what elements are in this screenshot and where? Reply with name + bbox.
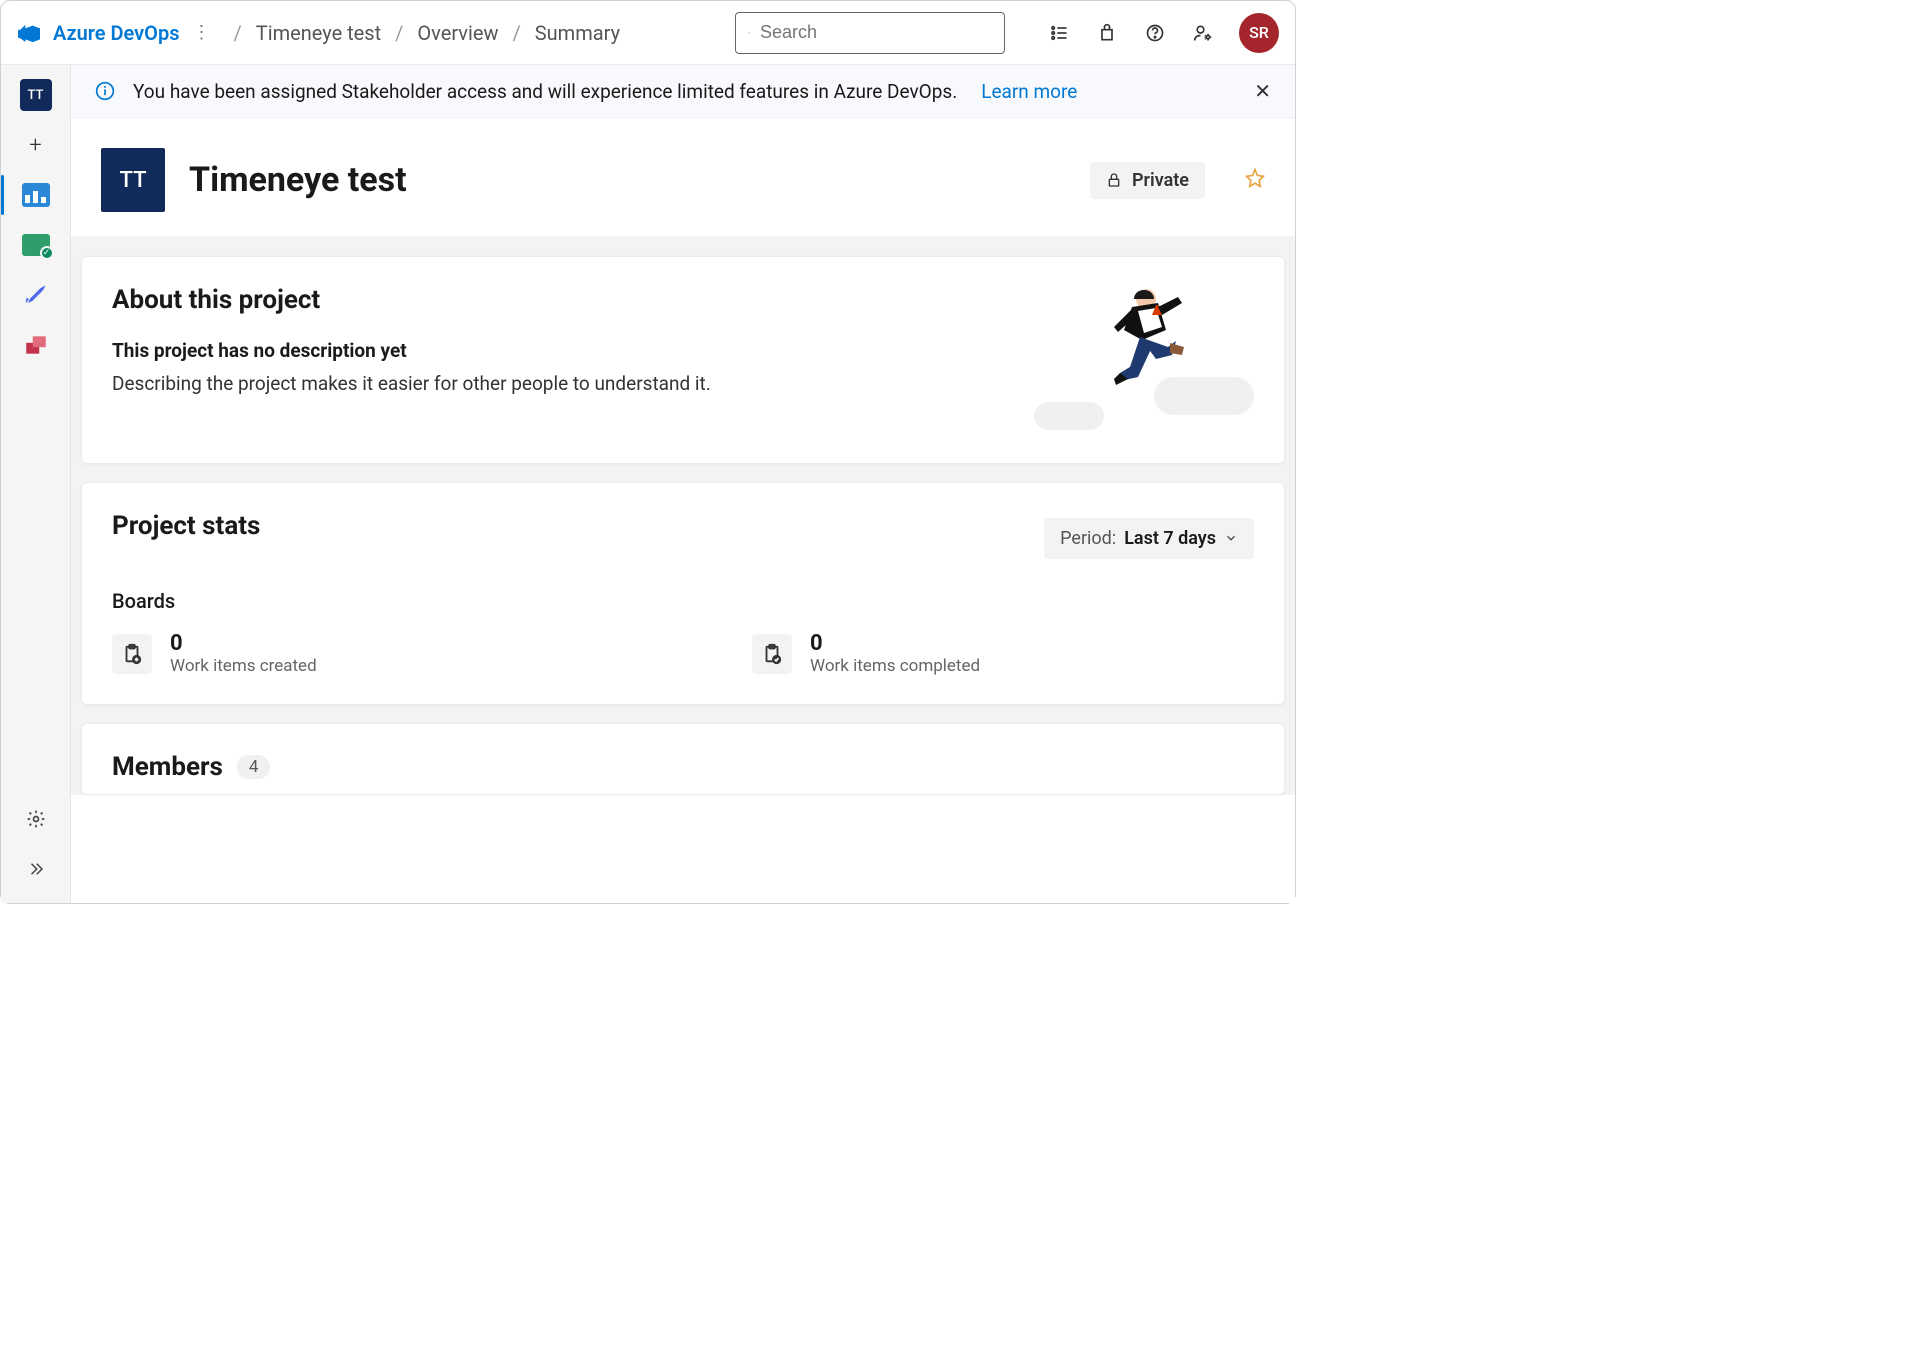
project-avatar: TT <box>101 148 165 212</box>
left-sidebar: TT + ✓ <box>1 65 71 903</box>
visibility-label: Private <box>1132 170 1189 191</box>
info-banner: You have been assigned Stakeholder acces… <box>71 65 1295 118</box>
overview-icon <box>22 183 50 207</box>
banner-learn-more-link[interactable]: Learn more <box>981 80 1077 103</box>
members-heading: Members <box>112 752 223 782</box>
visibility-chip[interactable]: Private <box>1090 162 1205 199</box>
stat-work-items-completed: 0 Work items completed <box>752 631 980 676</box>
chevron-down-icon <box>1224 531 1238 545</box>
clipboard-check-icon <box>752 634 792 674</box>
sidebar-settings-button[interactable] <box>20 803 52 835</box>
person-jumping-icon <box>1084 285 1194 405</box>
search-input[interactable] <box>760 22 992 43</box>
about-no-desc-title: This project has no description yet <box>112 339 711 362</box>
stat-work-items-created: 0 Work items created <box>112 631 672 676</box>
sidebar-item-boards[interactable]: ✓ <box>20 229 52 261</box>
period-value: Last 7 days <box>1124 528 1216 549</box>
about-card: About this project This project has no d… <box>81 256 1285 464</box>
sidebar-item-pipelines[interactable] <box>20 279 52 311</box>
stat-label: Work items created <box>170 656 317 676</box>
stat-value: 0 <box>810 631 980 656</box>
boards-icon: ✓ <box>22 234 50 256</box>
breadcrumb: / Timeneye test / Overview / Summary <box>234 21 621 45</box>
breadcrumb-separator: / <box>395 21 403 45</box>
chevron-double-right-icon <box>27 860 45 878</box>
breadcrumb-separator: / <box>513 21 521 45</box>
boards-subheading: Boards <box>112 589 1254 613</box>
sidebar-project-tile[interactable]: TT <box>20 79 52 111</box>
sidebar-expand-button[interactable] <box>20 853 52 885</box>
top-bar: Azure DevOps ⋮ / Timeneye test / Overvie… <box>1 1 1295 65</box>
search-box[interactable] <box>735 12 1005 54</box>
project-title: Timeneye test <box>189 160 407 200</box>
gear-icon <box>26 809 46 829</box>
about-heading: About this project <box>112 285 711 315</box>
azure-devops-logo-icon[interactable] <box>17 21 41 45</box>
marketplace-icon[interactable] <box>1095 21 1119 45</box>
help-icon[interactable] <box>1143 21 1167 45</box>
members-card: Members 4 <box>81 723 1285 795</box>
star-icon <box>1245 168 1265 188</box>
about-illustration <box>1024 285 1254 435</box>
lock-icon <box>1106 172 1122 188</box>
sidebar-item-overview[interactable] <box>20 179 52 211</box>
artifacts-icon <box>23 332 49 358</box>
info-icon <box>95 81 115 101</box>
breadcrumb-section[interactable]: Overview <box>417 21 498 45</box>
breadcrumb-page[interactable]: Summary <box>535 21 620 45</box>
stat-value: 0 <box>170 631 317 656</box>
brand-link[interactable]: Azure DevOps <box>53 21 180 45</box>
breadcrumb-separator: / <box>234 21 242 45</box>
stat-label: Work items completed <box>810 656 980 676</box>
more-menu-icon[interactable]: ⋮ <box>192 22 212 43</box>
breadcrumb-project[interactable]: Timeneye test <box>256 21 381 45</box>
project-header: TT Timeneye test Private <box>71 118 1295 236</box>
sidebar-new-button[interactable]: + <box>20 129 52 161</box>
search-icon <box>748 25 750 41</box>
main-content: You have been assigned Stakeholder acces… <box>71 65 1295 903</box>
members-count-badge: 4 <box>237 755 271 779</box>
user-settings-icon[interactable] <box>1191 21 1215 45</box>
user-avatar[interactable]: SR <box>1239 13 1279 53</box>
banner-text: You have been assigned Stakeholder acces… <box>133 80 957 103</box>
period-dropdown[interactable]: Period: Last 7 days <box>1044 518 1254 559</box>
clipboard-plus-icon <box>112 634 152 674</box>
favorite-star-button[interactable] <box>1245 168 1265 193</box>
about-hint: Describing the project makes it easier f… <box>112 372 711 395</box>
stats-heading: Project stats <box>112 511 260 541</box>
stats-card: Project stats Period: Last 7 days Boards <box>81 482 1285 705</box>
banner-close-button[interactable]: ✕ <box>1254 79 1271 103</box>
sidebar-item-artifacts[interactable] <box>20 329 52 361</box>
rocket-icon <box>22 281 50 309</box>
top-actions: SR <box>1047 13 1279 53</box>
period-label: Period: <box>1060 528 1116 549</box>
work-items-icon[interactable] <box>1047 21 1071 45</box>
